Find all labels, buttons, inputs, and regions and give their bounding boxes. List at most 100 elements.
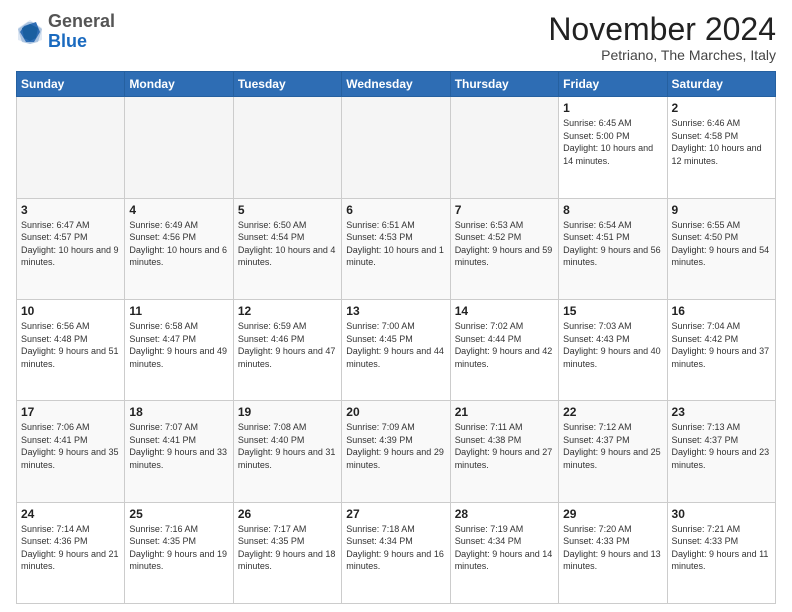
day-number: 1 [563, 101, 662, 115]
day-number: 10 [21, 304, 120, 318]
header: General Blue November 2024 Petriano, The… [16, 12, 776, 63]
calendar-cell: 26 Sunrise: 7:17 AM Sunset: 4:35 PM Dayli… [233, 502, 341, 603]
day-number: 6 [346, 203, 445, 217]
day-number: 4 [129, 203, 228, 217]
calendar-cell: 7 Sunrise: 6:53 AM Sunset: 4:52 PM Daylig… [450, 198, 558, 299]
day-number: 5 [238, 203, 337, 217]
day-info: Sunrise: 7:02 AM Sunset: 4:44 PM Dayligh… [455, 320, 554, 370]
calendar-cell: 2 Sunrise: 6:46 AM Sunset: 4:58 PM Daylig… [667, 97, 775, 198]
day-info: Sunrise: 7:07 AM Sunset: 4:41 PM Dayligh… [129, 421, 228, 471]
calendar-cell: 11Sunrise: 6:58 AM Sunset: 4:47 PM Dayli… [125, 299, 233, 400]
page: General Blue November 2024 Petriano, The… [0, 0, 792, 612]
day-number: 23 [672, 405, 771, 419]
calendar-cell [342, 97, 450, 198]
day-info: Sunrise: 7:12 AM Sunset: 4:37 PM Dayligh… [563, 421, 662, 471]
day-number: 22 [563, 405, 662, 419]
logo: General Blue [16, 12, 115, 52]
col-tuesday: Tuesday [233, 72, 341, 97]
day-number: 7 [455, 203, 554, 217]
day-info: Sunrise: 7:09 AM Sunset: 4:39 PM Dayligh… [346, 421, 445, 471]
col-friday: Friday [559, 72, 667, 97]
day-info: Sunrise: 7:20 AM Sunset: 4:33 PM Dayligh… [563, 523, 662, 573]
calendar-week-3: 10Sunrise: 6:56 AM Sunset: 4:48 PM Dayli… [17, 299, 776, 400]
title-area: November 2024 Petriano, The Marches, Ita… [548, 12, 776, 63]
day-number: 8 [563, 203, 662, 217]
day-number: 14 [455, 304, 554, 318]
calendar-week-2: 3Sunrise: 6:47 AM Sunset: 4:57 PM Daylig… [17, 198, 776, 299]
day-info: Sunrise: 6:50 AM Sunset: 4:54 PM Dayligh… [238, 219, 337, 269]
day-info: Sunrise: 6:46 AM Sunset: 4:58 PM Dayligh… [672, 117, 771, 167]
calendar-cell: 22 Sunrise: 7:12 AM Sunset: 4:37 PM Dayli… [559, 401, 667, 502]
col-sunday: Sunday [17, 72, 125, 97]
calendar-cell: 24Sunrise: 7:14 AM Sunset: 4:36 PM Dayli… [17, 502, 125, 603]
calendar-cell: 14 Sunrise: 7:02 AM Sunset: 4:44 PM Dayli… [450, 299, 558, 400]
day-number: 17 [21, 405, 120, 419]
calendar-cell: 25Sunrise: 7:16 AM Sunset: 4:35 PM Dayli… [125, 502, 233, 603]
calendar-cell: 20Sunrise: 7:09 AM Sunset: 4:39 PM Dayli… [342, 401, 450, 502]
day-info: Sunrise: 7:00 AM Sunset: 4:45 PM Dayligh… [346, 320, 445, 370]
day-number: 16 [672, 304, 771, 318]
calendar-cell [17, 97, 125, 198]
day-info: Sunrise: 7:17 AM Sunset: 4:35 PM Dayligh… [238, 523, 337, 573]
calendar-cell [450, 97, 558, 198]
day-number: 2 [672, 101, 771, 115]
calendar-cell: 10Sunrise: 6:56 AM Sunset: 4:48 PM Dayli… [17, 299, 125, 400]
calendar-week-5: 24Sunrise: 7:14 AM Sunset: 4:36 PM Dayli… [17, 502, 776, 603]
calendar-cell: 19 Sunrise: 7:08 AM Sunset: 4:40 PM Dayli… [233, 401, 341, 502]
day-number: 12 [238, 304, 337, 318]
day-info: Sunrise: 6:55 AM Sunset: 4:50 PM Dayligh… [672, 219, 771, 269]
day-info: Sunrise: 6:54 AM Sunset: 4:51 PM Dayligh… [563, 219, 662, 269]
day-number: 26 [238, 507, 337, 521]
day-info: Sunrise: 6:59 AM Sunset: 4:46 PM Dayligh… [238, 320, 337, 370]
day-info: Sunrise: 6:51 AM Sunset: 4:53 PM Dayligh… [346, 219, 445, 269]
day-info: Sunrise: 6:58 AM Sunset: 4:47 PM Dayligh… [129, 320, 228, 370]
calendar-cell: 1Sunrise: 6:45 AM Sunset: 5:00 PM Daylig… [559, 97, 667, 198]
calendar-cell: 28 Sunrise: 7:19 AM Sunset: 4:34 PM Dayli… [450, 502, 558, 603]
calendar-cell: 13 Sunrise: 7:00 AM Sunset: 4:45 PM Dayli… [342, 299, 450, 400]
calendar-cell: 17Sunrise: 7:06 AM Sunset: 4:41 PM Dayli… [17, 401, 125, 502]
day-number: 18 [129, 405, 228, 419]
calendar-cell: 30Sunrise: 7:21 AM Sunset: 4:33 PM Dayli… [667, 502, 775, 603]
day-info: Sunrise: 7:16 AM Sunset: 4:35 PM Dayligh… [129, 523, 228, 573]
header-row: Sunday Monday Tuesday Wednesday Thursday… [17, 72, 776, 97]
calendar-week-1: 1Sunrise: 6:45 AM Sunset: 5:00 PM Daylig… [17, 97, 776, 198]
col-saturday: Saturday [667, 72, 775, 97]
calendar-cell: 5 Sunrise: 6:50 AM Sunset: 4:54 PM Daylig… [233, 198, 341, 299]
calendar-cell [125, 97, 233, 198]
calendar-cell: 12 Sunrise: 6:59 AM Sunset: 4:46 PM Dayli… [233, 299, 341, 400]
day-number: 27 [346, 507, 445, 521]
calendar-cell: 18 Sunrise: 7:07 AM Sunset: 4:41 PM Dayli… [125, 401, 233, 502]
logo-text: General Blue [48, 12, 115, 52]
calendar-table: Sunday Monday Tuesday Wednesday Thursday… [16, 71, 776, 604]
calendar-cell: 16 Sunrise: 7:04 AM Sunset: 4:42 PM Dayli… [667, 299, 775, 400]
day-info: Sunrise: 7:14 AM Sunset: 4:36 PM Dayligh… [21, 523, 120, 573]
calendar-cell: 9Sunrise: 6:55 AM Sunset: 4:50 PM Daylig… [667, 198, 775, 299]
calendar-week-4: 17Sunrise: 7:06 AM Sunset: 4:41 PM Dayli… [17, 401, 776, 502]
logo-blue: Blue [48, 31, 87, 51]
calendar-cell: 21Sunrise: 7:11 AM Sunset: 4:38 PM Dayli… [450, 401, 558, 502]
calendar-cell [233, 97, 341, 198]
col-wednesday: Wednesday [342, 72, 450, 97]
day-info: Sunrise: 7:04 AM Sunset: 4:42 PM Dayligh… [672, 320, 771, 370]
day-number: 15 [563, 304, 662, 318]
calendar-cell: 15 Sunrise: 7:03 AM Sunset: 4:43 PM Dayli… [559, 299, 667, 400]
logo-general: General [48, 11, 115, 31]
day-number: 29 [563, 507, 662, 521]
day-number: 13 [346, 304, 445, 318]
day-info: Sunrise: 7:03 AM Sunset: 4:43 PM Dayligh… [563, 320, 662, 370]
day-info: Sunrise: 6:53 AM Sunset: 4:52 PM Dayligh… [455, 219, 554, 269]
day-number: 19 [238, 405, 337, 419]
day-info: Sunrise: 6:47 AM Sunset: 4:57 PM Dayligh… [21, 219, 120, 269]
calendar-cell: 27 Sunrise: 7:18 AM Sunset: 4:34 PM Dayli… [342, 502, 450, 603]
day-number: 28 [455, 507, 554, 521]
day-info: Sunrise: 6:49 AM Sunset: 4:56 PM Dayligh… [129, 219, 228, 269]
month-title: November 2024 [548, 12, 776, 47]
calendar-cell: 6 Sunrise: 6:51 AM Sunset: 4:53 PM Daylig… [342, 198, 450, 299]
day-info: Sunrise: 7:21 AM Sunset: 4:33 PM Dayligh… [672, 523, 771, 573]
calendar-cell: 3Sunrise: 6:47 AM Sunset: 4:57 PM Daylig… [17, 198, 125, 299]
day-info: Sunrise: 7:18 AM Sunset: 4:34 PM Dayligh… [346, 523, 445, 573]
calendar-cell: 4 Sunrise: 6:49 AM Sunset: 4:56 PM Daylig… [125, 198, 233, 299]
day-info: Sunrise: 7:08 AM Sunset: 4:40 PM Dayligh… [238, 421, 337, 471]
day-number: 21 [455, 405, 554, 419]
day-info: Sunrise: 7:19 AM Sunset: 4:34 PM Dayligh… [455, 523, 554, 573]
